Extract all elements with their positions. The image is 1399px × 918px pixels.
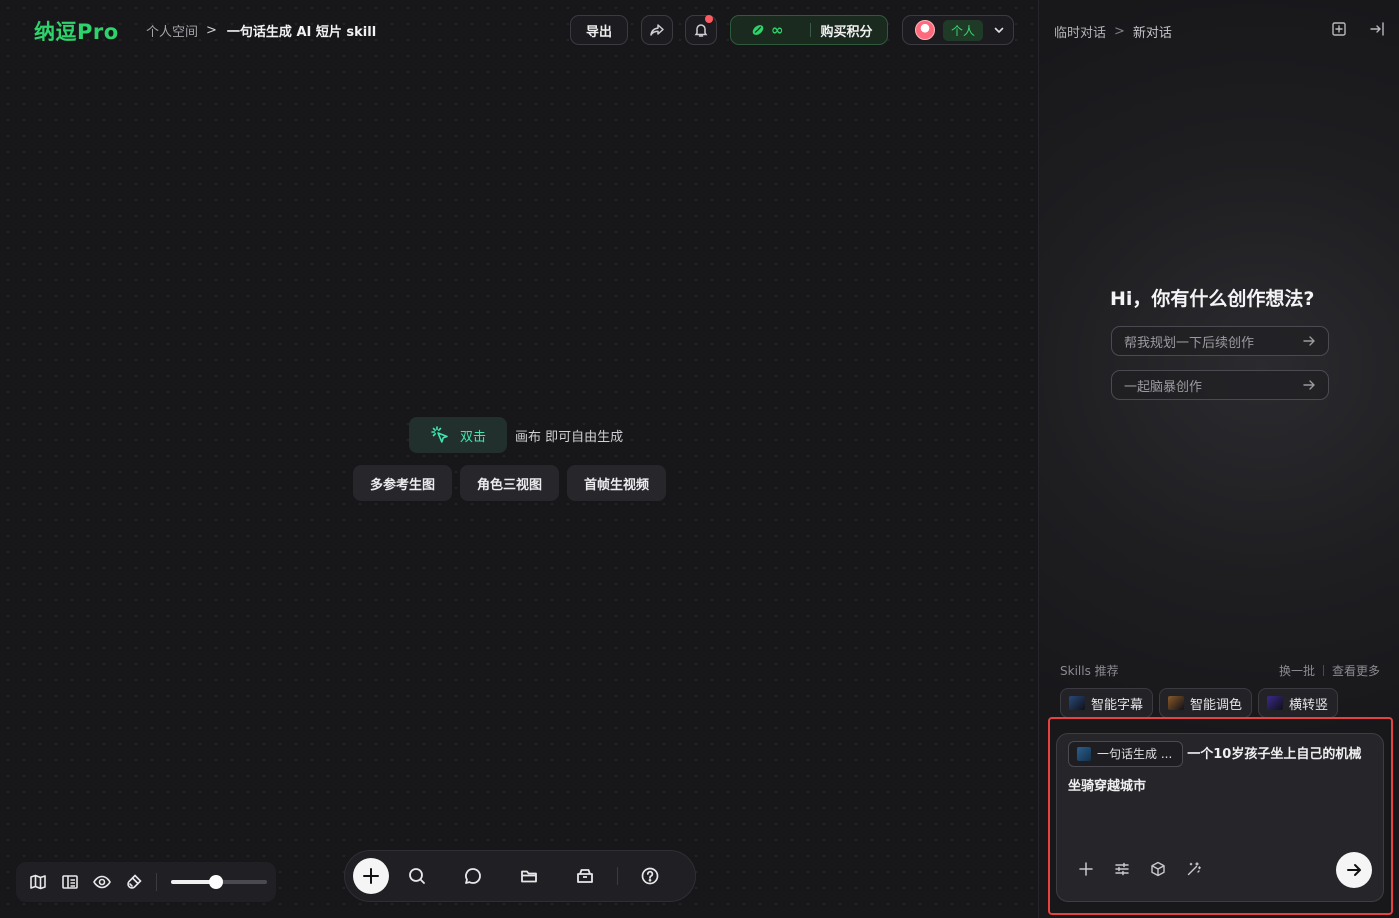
- add-node-button[interactable]: [353, 858, 389, 894]
- skill-thumbnail: [1069, 696, 1085, 710]
- panel-breadcrumb-current: 新对话: [1132, 26, 1172, 41]
- folder-icon: [519, 866, 539, 886]
- skills-links-divider: [1322, 665, 1324, 676]
- magic-wand-icon[interactable]: [1185, 860, 1203, 878]
- arrow-right-icon: [1302, 334, 1316, 348]
- chat-input-box[interactable]: 一句话生成 ... 一个10岁孩子坐上自己的机械坐骑穿越城市: [1056, 733, 1384, 902]
- project-title[interactable]: 一句话生成 AI 短片 skill: [227, 21, 376, 40]
- quick-actions: 多参考生图 角色三视图 首帧生视频: [353, 465, 667, 501]
- attach-plus-icon[interactable]: [1077, 860, 1095, 878]
- credits-button[interactable]: ∞ 购买积分: [730, 15, 888, 45]
- skills-title: Skills 推荐: [1060, 664, 1119, 678]
- panel-breadcrumb-separator: >: [1114, 24, 1125, 39]
- skill-thumbnail: [1168, 696, 1185, 710]
- search-button[interactable]: [389, 866, 445, 886]
- chat-button[interactable]: [445, 866, 501, 886]
- skill-chip-label: 智能字幕: [1091, 697, 1144, 713]
- magnet-icon[interactable]: [124, 872, 144, 892]
- chat-bubble-icon: [463, 866, 483, 886]
- chat-input[interactable]: 一句话生成 ... 一个10岁孩子坐上自己的机械坐骑穿越城市: [1068, 739, 1374, 803]
- box-icon: [575, 866, 595, 886]
- layout-icon[interactable]: [60, 872, 80, 892]
- toolbar-divider: [156, 873, 157, 891]
- collapse-panel-icon[interactable]: [1369, 21, 1385, 37]
- top-bar: 纳逗Pro 个人空间 > 一句话生成 AI 短片 skill 导出 ∞ 购买积分…: [0, 0, 1038, 60]
- suggestion-plan[interactable]: 帮我规划一下后续创作: [1111, 326, 1329, 356]
- plus-icon: [361, 866, 381, 886]
- breadcrumb: 个人空间 > 一句话生成 AI 短片 skill: [146, 21, 376, 40]
- canvas-hint: 双击 画布 即可自由生成: [409, 417, 623, 453]
- quick-action-character-views[interactable]: 角色三视图: [460, 465, 560, 501]
- account-type-badge: 个人: [943, 19, 984, 41]
- map-icon[interactable]: [28, 872, 48, 892]
- notification-dot: [705, 15, 713, 23]
- panel-breadcrumb: 临时对话 > 新对话: [1054, 22, 1172, 41]
- breadcrumb-separator: >: [206, 22, 217, 38]
- zoom-slider[interactable]: [171, 875, 267, 889]
- avatar: [915, 20, 935, 40]
- zoom-thumb[interactable]: [209, 875, 224, 889]
- search-icon: [407, 866, 427, 886]
- selected-skill-label: 一句话生成 ...: [1097, 746, 1173, 761]
- greeting: Hi，你有什么创作想法?: [1110, 288, 1315, 310]
- view-toolbar: [16, 862, 276, 902]
- account-switcher[interactable]: 个人: [902, 15, 1014, 45]
- arrow-right-icon: [1344, 860, 1364, 880]
- arrow-right-icon: [1302, 378, 1316, 392]
- skill-chip-subtitles[interactable]: 智能字幕: [1060, 688, 1154, 718]
- skill-chip-label: 横转竖: [1289, 697, 1329, 713]
- tool-dock: [344, 850, 696, 902]
- hint-text: 画布 即可自由生成: [515, 429, 624, 445]
- credits-value: ∞: [771, 21, 784, 39]
- app-root: 纳逗Pro 个人空间 > 一句话生成 AI 短片 skill 导出 ∞ 购买积分…: [0, 0, 1399, 918]
- files-button[interactable]: [501, 866, 557, 886]
- share-button[interactable]: [641, 15, 673, 45]
- skill-chip-landscape-to-portrait[interactable]: 横转竖: [1258, 688, 1339, 718]
- buy-credits-label: 购买积分: [820, 24, 873, 40]
- quick-action-first-frame-video[interactable]: 首帧生视频: [567, 465, 667, 501]
- selected-skill-tag[interactable]: 一句话生成 ...: [1068, 740, 1184, 767]
- panel-actions: [1331, 21, 1385, 37]
- cube-icon[interactable]: [1149, 860, 1167, 878]
- canvas[interactable]: 纳逗Pro 个人空间 > 一句话生成 AI 短片 skill 导出 ∞ 购买积分…: [0, 0, 1038, 918]
- input-tools: [1077, 860, 1203, 878]
- double-click-pill: 双击: [409, 417, 507, 453]
- dock-divider: [617, 867, 618, 885]
- skills-more-link[interactable]: 查看更多: [1332, 662, 1380, 679]
- eye-icon[interactable]: [92, 872, 112, 892]
- skill-thumbnail: [1267, 696, 1284, 710]
- skills-links: 换一批 查看更多: [1279, 662, 1380, 679]
- cursor-click-icon: [430, 425, 450, 445]
- hint-action-label: 双击: [459, 429, 486, 445]
- bell-icon: [693, 22, 709, 38]
- notification-button[interactable]: [685, 15, 717, 45]
- skill-thumbnail: [1077, 746, 1091, 761]
- panel-breadcrumb-root[interactable]: 临时对话: [1054, 22, 1106, 41]
- assets-button[interactable]: [557, 866, 613, 886]
- new-chat-icon[interactable]: [1331, 21, 1347, 37]
- quick-action-multi-reference[interactable]: 多参考生图: [353, 465, 453, 501]
- share-icon: [649, 22, 665, 38]
- breadcrumb-space[interactable]: 个人空间: [146, 21, 198, 40]
- skill-chip-color-grading[interactable]: 智能调色: [1159, 688, 1253, 718]
- skill-chip-label: 智能调色: [1190, 697, 1243, 713]
- chevron-down-icon: [993, 24, 1005, 36]
- suggestion-label: 帮我规划一下后续创作: [1124, 335, 1255, 351]
- suggestion-brainstorm[interactable]: 一起脑暴创作: [1111, 370, 1329, 400]
- help-button[interactable]: [622, 866, 678, 886]
- bean-icon: [751, 23, 765, 37]
- suggestion-label: 一起脑暴创作: [1124, 379, 1203, 395]
- credits-divider: [809, 23, 811, 37]
- settings-sliders-icon[interactable]: [1113, 860, 1131, 878]
- assistant-panel: 临时对话 > 新对话 Hi，你有什么创作想法? 帮我规划一下后续创作 一起脑暴创…: [1038, 0, 1399, 918]
- skills-refresh-link[interactable]: 换一批: [1279, 662, 1315, 679]
- skills-header: Skills 推荐 换一批 查看更多: [1060, 662, 1380, 679]
- brand-logo[interactable]: 纳逗Pro: [34, 16, 119, 46]
- skill-chips: 智能字幕 智能调色 横转竖: [1060, 688, 1339, 718]
- help-icon: [640, 866, 660, 886]
- send-button[interactable]: [1336, 852, 1372, 888]
- export-button[interactable]: 导出: [570, 15, 628, 45]
